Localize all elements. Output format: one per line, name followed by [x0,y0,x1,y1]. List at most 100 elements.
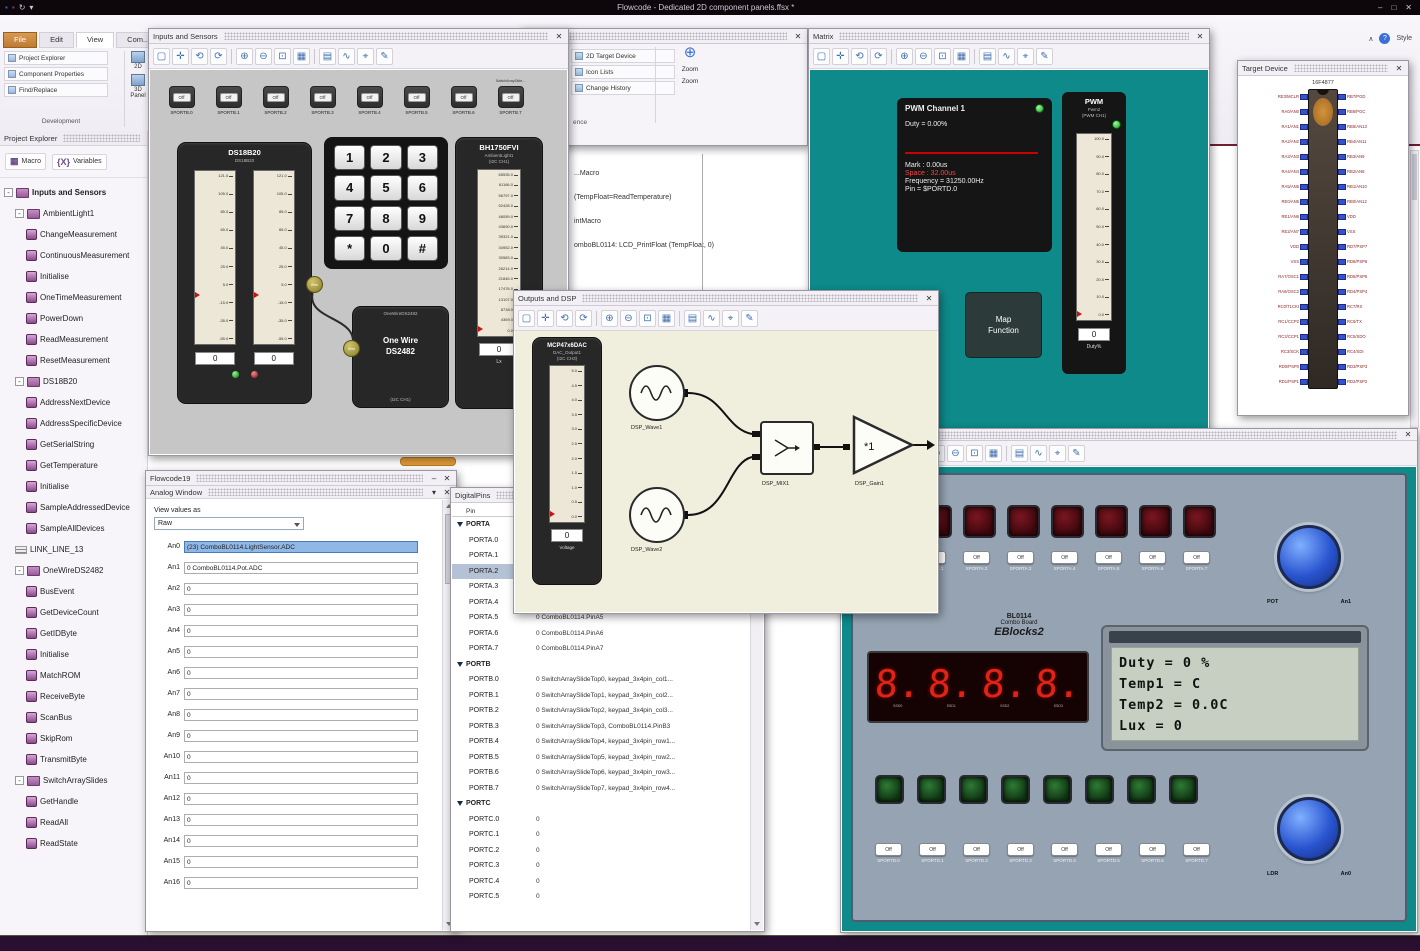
red-led-button[interactable] [1183,505,1216,538]
dsp-wave2-component[interactable] [629,487,685,543]
green-led-button[interactable] [875,775,904,804]
off-button[interactable]: Off [313,92,332,102]
zoom-in-icon[interactable]: ⊕ [896,47,913,65]
select-icon[interactable]: ▢ [153,47,170,65]
window-titlebar[interactable]: Outputs and DSP ✕ [514,291,938,306]
measure-icon[interactable]: ⌖ [357,47,374,65]
pin-pad[interactable] [1338,273,1346,280]
keypad-key[interactable]: 4 [334,175,366,201]
pin-pad[interactable] [1300,303,1308,310]
minimize-icon[interactable]: – [1378,3,1382,12]
tree-item-link-line-13[interactable]: LINK_LINE_13 [0,539,147,560]
edit-icon[interactable]: ✎ [1036,47,1053,65]
close-icon[interactable]: ✕ [1405,3,1412,12]
pot-knob[interactable] [1277,525,1341,589]
tree-item-transmitbyte[interactable]: TransmitByte [0,749,147,770]
rotate-left-icon[interactable]: ⟲ [556,309,573,327]
measure-icon[interactable]: ⌖ [1049,444,1066,462]
pin-pad[interactable] [1338,363,1346,370]
pin-row-portb-3[interactable]: PORTB.3 0 SwitchArraySlideTop3, ComboBL01… [452,719,750,735]
select-icon[interactable]: ▢ [518,309,535,327]
pin-pad[interactable] [1338,198,1346,205]
measure-icon[interactable]: ⌖ [722,309,739,327]
pin-pad[interactable] [1338,288,1346,295]
layers-icon[interactable]: ▤ [979,47,996,65]
pin-row-portc-4[interactable]: PORTC.4 0 [452,874,750,890]
red-led-button[interactable] [1095,505,1128,538]
off-button[interactable]: Off [919,843,946,856]
analog-value-input[interactable]: 0 [184,855,418,868]
collapse-ribbon-icon[interactable]: ∧ [1368,35,1373,43]
pin-pad[interactable] [1300,228,1308,235]
expand-icon[interactable]: - [15,377,24,386]
wire-icon[interactable]: ∿ [338,47,355,65]
tree-item-readall[interactable]: ReadAll [0,812,147,833]
tree-item-getidbyte[interactable]: GetIDByte [0,623,147,644]
pin-pad[interactable] [1338,168,1346,175]
window-titlebar[interactable]: Flowcode19 – ✕ [146,471,456,486]
analog-value-input[interactable]: 0 [184,729,418,742]
analog-value-input[interactable]: 0 [184,687,418,700]
window-titlebar[interactable]: Inputs and Sensors ✕ [149,29,568,44]
pin-pad[interactable] [1338,258,1346,265]
map-function-component[interactable]: Map Function [965,292,1042,358]
analog-value-input[interactable]: 0 [184,645,418,658]
value-box[interactable]: 0 [1078,328,1110,341]
rotate-right-icon[interactable]: ⟳ [870,47,887,65]
tree-item-gethandle[interactable]: GetHandle [0,791,147,812]
3d-panel-button[interactable]: 3D Panel [128,74,148,99]
pin-row-portc-2[interactable]: PORTC.2 0 [452,843,750,859]
pin-row-portb-5[interactable]: PORTB.5 0 SwitchArraySlideTop5, keypad_3x… [452,750,750,766]
minimize-icon[interactable]: – [429,474,439,483]
tree-item-changemeasurement[interactable]: ChangeMeasurement [0,224,147,245]
tree-item-skiprom[interactable]: SkipRom [0,728,147,749]
zoom-dropdown[interactable]: Zoom [661,66,719,73]
grid-icon[interactable]: ▦ [293,47,310,65]
green-led-button[interactable] [959,775,988,804]
zoom-out-icon[interactable]: ⊖ [947,444,964,462]
keypad-key[interactable]: * [334,235,366,261]
chip-body[interactable] [1308,89,1338,389]
off-button[interactable]: Off [963,843,990,856]
zoom-icon[interactable]: ⊕ [661,45,719,61]
pin-pad[interactable] [1338,153,1346,160]
select-icon[interactable]: ▢ [813,47,830,65]
pin-pad[interactable] [1300,273,1308,280]
analog-value-input[interactable]: 0 ComboBL0114.Pot.ADC [184,561,418,574]
pin-row-portb-0[interactable]: PORTB.0 0 SwitchArraySlideTop0, keypad_3x… [452,672,750,688]
wire-icon[interactable]: ∿ [998,47,1015,65]
expand-icon[interactable]: - [15,776,24,785]
pin-pad[interactable] [1300,198,1308,205]
ribbon-toggle-project-explorer[interactable]: Project Explorer [4,51,108,65]
pin-pad[interactable] [1338,303,1346,310]
off-button[interactable]: Off [875,843,902,856]
analog-value-input[interactable]: 0 [184,834,418,847]
off-button[interactable]: Off [1007,551,1034,564]
tree-item-addressspecificdevice[interactable]: AddressSpecificDevice [0,413,147,434]
analog-value-input[interactable]: 0 [184,666,418,679]
window-titlebar[interactable]: Target Device ✕ [1238,61,1408,76]
value-box[interactable]: 0 [551,529,583,542]
grid-icon[interactable]: ▦ [985,444,1002,462]
keypad-key[interactable]: 5 [370,175,402,201]
pin-pad[interactable] [1338,318,1346,325]
tree-item-gettemperature[interactable]: GetTemperature [0,455,147,476]
green-led-button[interactable] [1169,775,1198,804]
off-button[interactable]: Off [1051,843,1078,856]
pin-row-portc-0[interactable]: PORTC.0 0 [452,812,750,828]
tree-item-readstate[interactable]: ReadState [0,833,147,854]
flowchart-loop-icon[interactable] [400,457,456,466]
pin-row-portc-5[interactable]: PORTC.5 0 [452,889,750,905]
keypad-key[interactable]: 9 [406,205,438,231]
option-icon-lists[interactable]: Icon Lists [571,65,675,79]
collapse-arrow-icon[interactable] [457,661,463,667]
analog-value-input[interactable]: 0 [184,603,418,616]
dsp-wave1-component[interactable] [629,365,685,421]
zoom-fit-icon[interactable]: ⊡ [934,47,951,65]
ribbon-toggle-component-properties[interactable]: Component Properties [4,67,108,81]
grid-icon[interactable]: ▦ [658,309,675,327]
tree-item-initialise[interactable]: Initialise [0,266,147,287]
pin-pad[interactable] [1338,108,1346,115]
pin-pad[interactable] [1300,243,1308,250]
pin-pad[interactable] [1300,348,1308,355]
